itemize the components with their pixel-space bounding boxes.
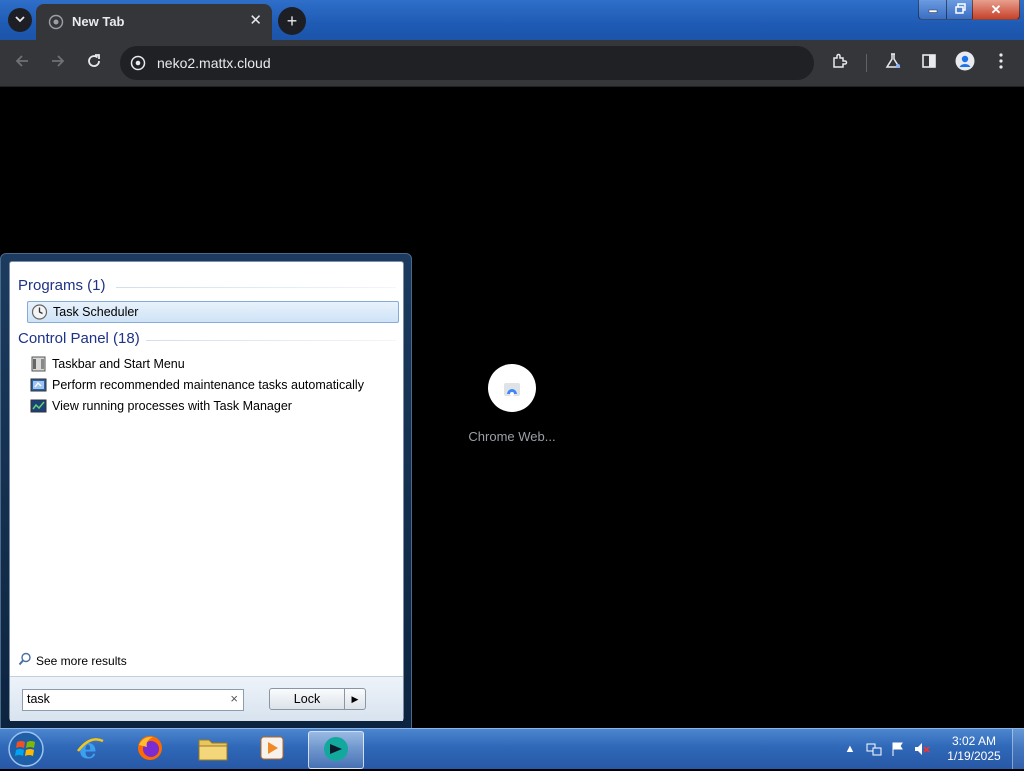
profile-button[interactable] [954,51,976,76]
shortcut-chrome-web-store[interactable] [488,364,536,412]
browser-tab-strip: New Tab ✕ + ✕ [0,0,1024,40]
menu-button[interactable] [990,52,1012,74]
plus-icon: + [286,10,298,31]
search-results-panel: Programs (1) Task Scheduler Control Pane… [9,261,404,721]
taskbar-app-internet-explorer[interactable]: e [63,731,117,767]
start-search-input[interactable] [23,690,221,708]
reload-button[interactable] [83,52,105,74]
section-divider [116,287,396,288]
start-button[interactable] [6,730,46,768]
result-label: Task Scheduler [53,305,139,319]
tab-title: New Tab [72,14,125,29]
flask-icon [884,52,902,75]
browser-toolbar: neko2.mattx.cloud [0,40,1024,87]
globe-icon [48,14,64,30]
back-button[interactable] [11,52,33,74]
result-task-scheduler[interactable]: Task Scheduler [27,301,399,323]
start-search-area: × Lock ▶ [10,676,403,721]
result-view-running-processes[interactable]: View running processes with Task Manager [27,396,397,416]
site-info-icon[interactable] [130,55,146,71]
media-player-icon [258,734,286,765]
side-panel-icon [921,53,937,74]
result-label: View running processes with Task Manager [52,399,292,413]
forward-button[interactable] [47,52,69,74]
chevron-down-icon [15,14,25,27]
see-more-label: See more results [36,653,127,668]
minimize-icon [928,2,938,17]
lock-button[interactable]: Lock [269,688,345,710]
close-icon[interactable]: ✕ [249,12,262,30]
reload-icon [86,53,102,74]
clock-time: 3:02 AM [951,734,997,748]
magnifier-icon [18,652,32,669]
window-close-button[interactable]: ✕ [972,0,1020,20]
close-icon: ✕ [990,1,1002,17]
restore-icon [954,2,966,17]
tab-new-tab[interactable]: New Tab ✕ [36,4,272,40]
section-divider [146,340,396,341]
tab-search-button[interactable] [8,8,32,32]
folder-icon [197,734,229,765]
labs-button[interactable] [882,52,904,74]
clear-search-icon[interactable]: × [230,691,238,706]
result-label: Taskbar and Start Menu [52,357,185,371]
system-clock[interactable]: 3:02 AM 1/19/2025 [938,734,1010,764]
address-url[interactable]: neko2.mattx.cloud [157,55,271,71]
clock-icon [31,304,48,320]
puzzle-icon [831,52,849,75]
result-label: Perform recommended maintenance tasks au… [52,378,364,392]
taskbar-app-neko[interactable] [308,731,364,769]
firefox-icon [135,733,165,766]
result-taskbar-and-start-menu[interactable]: Taskbar and Start Menu [27,354,397,374]
task-manager-icon [30,398,47,414]
new-tab-button[interactable]: + [278,7,306,35]
kebab-menu-icon [999,52,1003,74]
start-search-box[interactable]: × [22,689,244,711]
volume-muted-icon[interactable] [914,741,930,757]
network-icon[interactable] [866,741,882,757]
window-restore-button[interactable] [946,0,974,20]
side-panel-button[interactable] [918,52,940,74]
arrow-right-icon [50,53,66,74]
windows-logo-icon [6,731,46,771]
toolbar-divider [866,54,867,72]
control-panel-heading[interactable]: Control Panel (18) [18,330,140,347]
window-minimize-button[interactable] [918,0,948,20]
taskbar-app-media-player[interactable] [245,731,299,767]
taskbar-app-firefox[interactable] [123,731,177,767]
taskbar-icon [30,356,47,372]
taskbar: e ▲ 3:02 AM 1/19/2025 [0,728,1024,769]
clock-date: 1/19/2025 [947,749,1001,763]
ie-icon: e [75,732,105,766]
shortcut-label: Chrome Web... [468,429,556,444]
action-center-flag-icon[interactable] [890,741,906,757]
neko-icon [321,734,351,767]
start-menu: Programs (1) Task Scheduler Control Pane… [0,253,412,730]
address-bar[interactable]: neko2.mattx.cloud [120,46,814,80]
taskbar-app-explorer[interactable] [186,731,240,767]
extensions-button[interactable] [829,52,851,74]
see-more-results-link[interactable]: See more results [18,652,127,669]
programs-heading[interactable]: Programs (1) [18,277,106,294]
chrome-web-store-icon [502,378,522,401]
profile-icon [955,51,975,76]
shutdown-options-arrow[interactable]: ▶ [344,688,366,710]
action-center-icon [30,377,47,393]
show-hidden-icons-button[interactable]: ▲ [842,741,858,757]
result-perform-maintenance[interactable]: Perform recommended maintenance tasks au… [27,375,397,395]
show-desktop-button[interactable] [1012,729,1024,769]
arrow-left-icon [14,53,30,74]
